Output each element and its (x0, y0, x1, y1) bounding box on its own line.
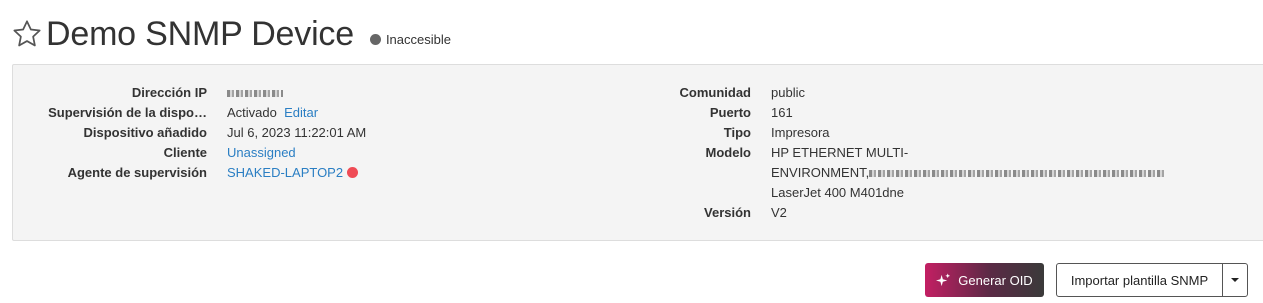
page-header: Demo SNMP Device Inaccesible (10, 12, 451, 56)
import-template-button[interactable]: Importar plantilla SNMP (1057, 264, 1223, 296)
device-added-value: Jul 6, 2023 11:22:01 AM (227, 125, 367, 140)
detail-row-community: Comunidad public (569, 83, 1263, 103)
favorite-star-icon[interactable] (10, 17, 44, 51)
import-options-dropdown[interactable] (1223, 264, 1247, 296)
detail-row-version: Versión V2 (569, 203, 1263, 223)
detail-row-client: Cliente Unassigned (13, 143, 613, 163)
detail-row-type: Tipo Impresora (569, 123, 1263, 143)
detail-label: Cliente (163, 145, 207, 160)
redacted-text (869, 170, 1166, 178)
model-line-3: LaserJet 400 M401dne (771, 185, 904, 200)
detail-row-model: Modelo HP ETHERNET MULTI- ENVIRONMENT, L… (569, 143, 1263, 203)
detail-label: Comunidad (679, 85, 752, 100)
page-title: Demo SNMP Device (46, 14, 354, 53)
status-dot-icon (369, 33, 381, 45)
detail-row-added: Dispositivo añadido Jul 6, 2023 11:22:01… (13, 123, 613, 143)
agent-offline-dot-icon (347, 167, 359, 178)
detail-label: Tipo (723, 125, 751, 140)
detail-row-ip: Dirección IP (13, 83, 613, 103)
detail-label: Modelo (705, 145, 752, 160)
generate-oid-label: Generar OID (958, 272, 1033, 288)
version-value: V2 (771, 205, 787, 220)
port-value: 161 (771, 105, 793, 120)
detail-label: Dirección IP (131, 85, 207, 100)
type-value: Impresora (771, 125, 830, 140)
detail-label: Supervisión de la dispo… (48, 105, 207, 120)
detail-label: Puerto (709, 105, 751, 120)
agent-link[interactable]: SHAKED-LAPTOP2 (227, 165, 343, 180)
detail-label: Agente de supervisión (67, 165, 207, 180)
monitoring-value: Activado (227, 105, 277, 120)
details-right-column: Comunidad public Puerto 161 Tipo Impreso… (569, 83, 1263, 223)
ip-address-value (227, 83, 283, 103)
model-line-2: ENVIRONMENT, (771, 165, 870, 180)
details-left-column: Dirección IP Supervisión de la dispo… Ac… (13, 83, 613, 183)
model-value: HP ETHERNET MULTI- ENVIRONMENT, LaserJet… (771, 143, 1171, 203)
status-badge: Inaccesible (369, 31, 451, 47)
detail-row-port: Puerto 161 (569, 103, 1263, 123)
client-link[interactable]: Unassigned (227, 143, 296, 163)
redacted-text (227, 90, 283, 98)
detail-row-agent: Agente de supervisión SHAKED-LAPTOP2 (13, 163, 613, 183)
sparkle-icon (936, 272, 951, 288)
caret-down-icon (1231, 278, 1239, 282)
community-value: public (771, 85, 805, 100)
import-template-label: Importar plantilla SNMP (1070, 272, 1209, 288)
detail-row-monitoring: Supervisión de la dispo… Activado Editar (13, 103, 613, 123)
device-details-panel: Dirección IP Supervisión de la dispo… Ac… (12, 64, 1263, 241)
status-text: Inaccesible (385, 31, 451, 47)
model-line-1: HP ETHERNET MULTI- (771, 145, 909, 160)
generate-oid-button[interactable]: Generar OID (925, 263, 1044, 297)
edit-monitoring-link[interactable]: Editar (284, 105, 318, 120)
detail-label: Dispositivo añadido (83, 125, 207, 140)
detail-label: Versión (704, 205, 751, 220)
import-template-split-button: Importar plantilla SNMP (1056, 263, 1248, 297)
